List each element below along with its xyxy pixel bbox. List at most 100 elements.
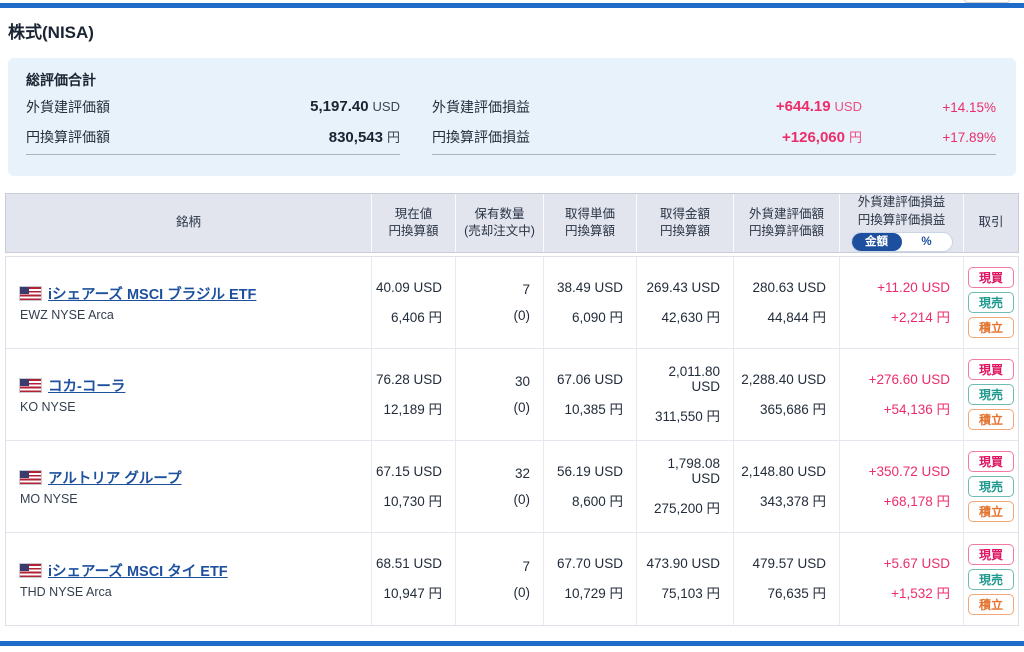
cash-sell-button[interactable]: 現売 <box>968 476 1014 497</box>
summary-row-yen-value: 円換算評価額 830,543 円 <box>26 122 400 152</box>
current-price-cell: 67.15 USD 10,730 円 <box>372 441 456 532</box>
us-flag-icon <box>19 286 42 301</box>
cash-buy-button[interactable]: 現買 <box>968 359 1014 380</box>
ticker-exchange: THD NYSE Arca <box>20 584 112 599</box>
stock-name-cell: iシェアーズ MSCI ブラジル ETF EWZ NYSE Arca <box>6 257 372 348</box>
valuation-cell: 479.57 USD 76,635 円 <box>734 533 840 625</box>
summary-gain-value: +644.19 <box>775 98 831 115</box>
acquisition-amount-cell: 1,798.08 USD 275,200 円 <box>637 441 734 532</box>
column-header-valuation: 外貨建評価額 円換算評価額 <box>734 194 840 252</box>
trade-actions-cell: 現買 現売 積立 <box>964 533 1018 625</box>
stock-name-cell: コカ-コーラ KO NYSE <box>6 349 372 440</box>
stock-name-cell: アルトリア グループ MO NYSE <box>6 441 372 532</box>
column-header-unit-cost: 取得単価 円換算額 <box>544 194 637 252</box>
accumulate-button[interactable]: 積立 <box>968 317 1014 338</box>
stock-link[interactable]: コカ-コーラ <box>48 375 125 396</box>
ticker-exchange: EWZ NYSE Arca <box>20 308 114 322</box>
current-price-cell: 40.09 USD 6,406 円 <box>372 257 456 348</box>
summary-gain-unit: 円 <box>848 130 862 145</box>
summary-valuation-column: 外貨建評価額 5,197.40 USD 円換算評価額 830,543 円 <box>26 92 400 155</box>
gainloss-cell: +5.67 USD +1,532 円 <box>840 533 964 625</box>
holding-row: コカ-コーラ KO NYSE 76.28 USD 12,189 円 30 (0)… <box>6 349 1018 441</box>
column-header-name: 銘柄 <box>6 194 372 252</box>
summary-unit: 円 <box>386 130 400 145</box>
column-header-current-price: 現在値 円換算額 <box>372 194 456 252</box>
accumulate-button[interactable]: 積立 <box>968 409 1014 430</box>
unit-cost-cell: 56.19 USD 8,600 円 <box>544 441 637 532</box>
quantity-cell: 32 (0) <box>456 441 544 532</box>
cash-sell-button[interactable]: 現売 <box>968 568 1014 590</box>
page-title: 株式(NISA) <box>8 23 94 42</box>
summary-gainloss-column: 外貨建評価損益 +644.19 USD +14.15% 円換算評価損益 +126,… <box>432 92 996 155</box>
quantity-cell: 7 (0) <box>456 257 544 348</box>
ticker-exchange: MO NYSE <box>20 492 78 506</box>
summary-unit: USD <box>372 99 400 114</box>
accumulate-button[interactable]: 積立 <box>968 501 1014 522</box>
gainloss-cell: +11.20 USD +2,214 円 <box>840 257 964 348</box>
acquisition-amount-cell: 269.43 USD 42,630 円 <box>637 257 734 348</box>
unit-cost-cell: 38.49 USD 6,090 円 <box>544 257 637 348</box>
summary-label: 円換算評価額 <box>26 129 110 145</box>
summary-label: 外貨建評価額 <box>26 99 110 115</box>
column-header-quantity: 保有数量 (売却注文中) <box>456 194 544 252</box>
unit-cost-cell: 67.06 USD 10,385 円 <box>544 349 637 440</box>
holdings-table-header: 銘柄 現在値 円換算額 保有数量 (売却注文中) 取得単価 円換算額 取得金額 … <box>5 193 1019 253</box>
valuation-cell: 280.63 USD 44,844 円 <box>734 257 840 348</box>
accumulate-button[interactable]: 積立 <box>968 593 1014 615</box>
valuation-summary-panel: 総評価合計 外貨建評価額 5,197.40 USD 円換算評価額 830,543 円… <box>8 58 1016 176</box>
cash-buy-button[interactable]: 現買 <box>968 451 1014 472</box>
stock-name-cell: iシェアーズ MSCI タイ ETF THD NYSE Arca <box>6 533 372 625</box>
summary-row-yen-gain: 円換算評価損益 +126,060 円 +17.89% <box>432 122 996 152</box>
holding-row: アルトリア グループ MO NYSE 67.15 USD 10,730 円 32… <box>6 441 1018 533</box>
valuation-cell: 2,288.40 USD 365,686 円 <box>734 349 840 440</box>
us-flag-icon <box>19 378 42 393</box>
summary-value: 5,197.40 <box>310 98 369 115</box>
cash-sell-button[interactable]: 現売 <box>968 292 1014 313</box>
valuation-cell: 2,148.80 USD 343,378 円 <box>734 441 840 532</box>
stock-link[interactable]: アルトリア グループ <box>48 467 182 488</box>
summary-gain-unit: USD <box>834 99 862 114</box>
summary-gain-percent: +14.15% <box>942 99 996 115</box>
summary-gain-value: +126,060 <box>782 129 845 146</box>
summary-title: 総評価合計 <box>26 72 96 88</box>
toggle-percent-segment[interactable]: % <box>902 233 952 251</box>
stock-link[interactable]: iシェアーズ MSCI タイ ETF <box>48 560 228 581</box>
quantity-cell: 30 (0) <box>456 349 544 440</box>
truncated-top-button <box>964 0 1010 3</box>
bottom-accent-line <box>0 641 1024 646</box>
us-flag-icon <box>19 470 42 485</box>
cash-buy-button[interactable]: 現買 <box>968 267 1014 288</box>
unit-cost-cell: 67.70 USD 10,729 円 <box>544 533 637 625</box>
column-header-gainloss: 外貨建評価損益 円換算評価損益 金額 % <box>840 194 964 252</box>
summary-label: 円換算評価損益 <box>432 129 530 145</box>
current-price-cell: 68.51 USD 10,947 円 <box>372 533 456 625</box>
gainloss-cell: +276.60 USD +54,136 円 <box>840 349 964 440</box>
gain-display-toggle[interactable]: 金額 % <box>850 232 953 252</box>
toggle-amount-segment[interactable]: 金額 <box>851 233 902 251</box>
holdings-table-body: iシェアーズ MSCI ブラジル ETF EWZ NYSE Arca 40.09… <box>5 256 1019 626</box>
current-price-cell: 76.28 USD 12,189 円 <box>372 349 456 440</box>
column-header-acquisition-amount: 取得金額 円換算額 <box>637 194 734 252</box>
stock-link[interactable]: iシェアーズ MSCI ブラジル ETF <box>48 283 256 304</box>
summary-row-foreign-gain: 外貨建評価損益 +644.19 USD +14.15% <box>432 92 996 122</box>
summary-row-foreign-value: 外貨建評価額 5,197.40 USD <box>26 92 400 122</box>
holdings-table: 銘柄 現在値 円換算額 保有数量 (売却注文中) 取得単価 円換算額 取得金額 … <box>5 193 1019 626</box>
ticker-exchange: KO NYSE <box>20 400 76 414</box>
top-accent-line <box>0 3 1024 8</box>
us-flag-icon <box>19 562 42 578</box>
column-header-trade: 取引 <box>978 215 1004 230</box>
quantity-cell: 7 (0) <box>456 533 544 625</box>
holding-row: iシェアーズ MSCI タイ ETF THD NYSE Arca 68.51 U… <box>6 533 1018 625</box>
holding-row: iシェアーズ MSCI ブラジル ETF EWZ NYSE Arca 40.09… <box>6 257 1018 349</box>
trade-actions-cell: 現買 現売 積立 <box>964 257 1018 348</box>
acquisition-amount-cell: 2,011.80 USD 311,550 円 <box>637 349 734 440</box>
trade-actions-cell: 現買 現売 積立 <box>964 349 1018 440</box>
summary-value: 830,543 <box>328 129 383 146</box>
cash-sell-button[interactable]: 現売 <box>968 384 1014 405</box>
summary-label: 外貨建評価損益 <box>432 99 530 115</box>
summary-gain-percent: +17.89% <box>942 129 996 145</box>
trade-actions-cell: 現買 現売 積立 <box>964 441 1018 532</box>
acquisition-amount-cell: 473.90 USD 75,103 円 <box>637 533 734 625</box>
gainloss-cell: +350.72 USD +68,178 円 <box>840 441 964 532</box>
cash-buy-button[interactable]: 現買 <box>968 543 1014 565</box>
